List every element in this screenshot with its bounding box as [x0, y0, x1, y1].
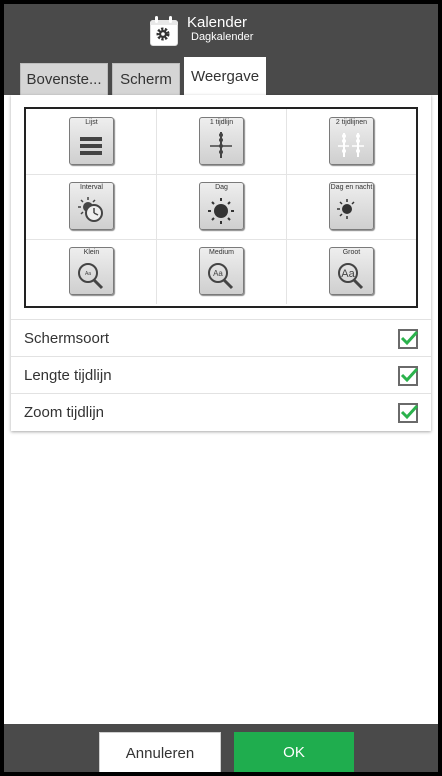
lengte-tijdlijn-checkbox[interactable]	[398, 366, 419, 386]
large-button-label: Groot	[342, 249, 361, 256]
one-timeline-button-label: 1 tijdlijn	[209, 119, 234, 126]
app-title: Kalender	[187, 14, 248, 31]
sun-moon-icon	[337, 199, 365, 223]
app-window: Kalender Dagkalender Bovenste... Scherm …	[4, 4, 438, 772]
sun-icon	[208, 198, 234, 224]
grid-cell: Dag	[156, 174, 287, 240]
checkmark-icon	[400, 404, 419, 420]
grid-cell: 1 tijdlijn	[156, 109, 287, 175]
zoom-medium-icon: Aa	[208, 263, 234, 290]
small-button-label: Klein	[83, 249, 100, 256]
ok-button[interactable]: OK	[234, 732, 354, 772]
option-label: Schermsoort	[24, 330, 110, 347]
list-button-label: Lijst	[85, 119, 98, 126]
day-button-label: Dag	[215, 184, 228, 191]
interval-clock-icon	[78, 197, 103, 222]
grid-cell: Lijst	[26, 109, 157, 175]
two-timelines-button[interactable]: 2 tijdlijnen	[329, 117, 374, 165]
small-button[interactable]: Klein Aa	[69, 247, 114, 295]
grid-cell: Groot Aa	[286, 239, 416, 304]
zoom-large-icon: Aa	[338, 263, 364, 290]
list-button[interactable]: Lijst	[69, 117, 114, 165]
day-night-button[interactable]: Dag en nacht	[329, 182, 374, 230]
grid-cell: Dag en nacht	[286, 174, 416, 240]
title-area: Kalender Dagkalender	[149, 10, 253, 50]
day-button[interactable]: Dag	[199, 182, 244, 230]
large-button[interactable]: Groot Aa	[329, 247, 374, 295]
weergave-panel: Lijst 1 tijdlijn 2 tijdlijnen Interval D…	[11, 95, 431, 431]
calendar-settings-icon	[149, 15, 179, 46]
grid-cell: Interval	[26, 174, 157, 240]
svg-text:Aa: Aa	[341, 268, 355, 280]
list-icon	[80, 137, 102, 155]
one-timeline-icon	[210, 132, 232, 158]
option-row-schermsoort[interactable]: Schermsoort	[11, 319, 431, 357]
grid-cell: 2 tijdlijnen	[286, 109, 416, 175]
schermsoort-checkbox[interactable]	[398, 329, 419, 349]
svg-text:Aa: Aa	[85, 271, 91, 277]
footer-bar: Annuleren OK	[4, 724, 438, 772]
option-label: Zoom tijdlijn	[24, 404, 105, 421]
grid-cell: Medium Aa	[156, 239, 287, 304]
app-subtitle: Dagkalender	[191, 31, 254, 43]
one-timeline-button[interactable]: 1 tijdlijn	[199, 117, 244, 165]
grid-cell: Klein Aa	[26, 239, 157, 304]
option-row-lengte-tijdlijn[interactable]: Lengte tijdlijn	[11, 356, 431, 394]
layout-button-grid: Lijst 1 tijdlijn 2 tijdlijnen Interval D…	[24, 107, 418, 308]
interval-button[interactable]: Interval	[69, 182, 114, 230]
checkmark-icon	[400, 330, 419, 346]
tab-bovenste[interactable]: Bovenste...	[20, 63, 108, 95]
zoom-small-icon: Aa	[78, 263, 104, 290]
day-night-button-label: Dag en nacht	[330, 184, 373, 191]
medium-button[interactable]: Medium Aa	[199, 247, 244, 295]
tab-scherm[interactable]: Scherm	[112, 63, 180, 95]
checkmark-icon	[400, 367, 419, 383]
tab-weergave[interactable]: Weergave	[184, 57, 266, 95]
option-label: Lengte tijdlijn	[24, 367, 112, 384]
tab-bar: Bovenste... Scherm Weergave	[20, 57, 266, 95]
cancel-button[interactable]: Annuleren	[99, 732, 221, 772]
two-timelines-button-label: 2 tijdlijnen	[335, 119, 368, 126]
interval-button-label: Interval	[80, 184, 103, 191]
zoom-tijdlijn-checkbox[interactable]	[398, 403, 419, 423]
header-bar: Kalender Dagkalender Bovenste... Scherm …	[4, 4, 438, 95]
two-timelines-icon	[338, 133, 364, 157]
medium-button-label: Medium	[209, 249, 234, 256]
option-row-zoom-tijdlijn[interactable]: Zoom tijdlijn	[11, 393, 431, 431]
svg-text:Aa: Aa	[213, 269, 223, 278]
